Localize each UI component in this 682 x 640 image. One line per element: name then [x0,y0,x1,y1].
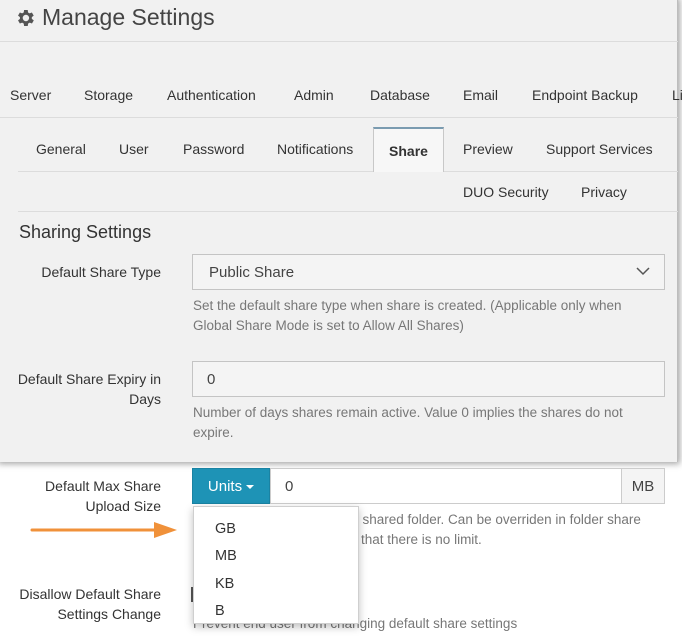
expiry-label-line1: Default Share Expiry in [17,371,161,387]
expiry-label-line2: Days [129,391,161,407]
max-size-label-line2: Upload Size [85,498,162,514]
tab-li[interactable]: Li [672,87,682,103]
tab-server[interactable]: Server [10,87,51,103]
subtab-notifications[interactable]: Notifications [277,141,353,157]
expiry-help-line1: Number of days shares remain active. Val… [193,405,623,420]
menu-item-kb[interactable]: KB [194,570,358,598]
tab-database[interactable]: Database [370,87,430,103]
caret-down-icon [246,478,255,495]
share-type-label: Default Share Type [41,264,161,280]
page-title-text: Manage Settings [42,4,215,30]
disallow-label-line2: Settings Change [57,606,161,622]
divider [0,117,678,118]
subtab-preview[interactable]: Preview [463,141,513,157]
tab-admin[interactable]: Admin [294,87,334,103]
units-dropdown-menu: GB MB KB B [193,506,359,624]
divider [0,41,678,42]
subtab-privacy[interactable]: Privacy [581,184,627,200]
expiry-days-value: 0 [207,370,216,388]
subtab-general[interactable]: General [36,141,86,157]
max-size-help-line1: r a shared folder. Can be overriden in f… [343,512,641,527]
subtab-share-label: Share [389,142,428,159]
section-title: Sharing Settings [19,222,152,242]
divider [18,211,678,212]
menu-item-b[interactable]: B [194,598,358,626]
arrow-right-icon [30,521,180,544]
menu-item-mb[interactable]: MB [194,543,358,571]
disallow-label: Disallow Default Share Settings Change [8,584,161,624]
subtab-share[interactable]: Share [373,127,444,172]
max-size-input[interactable]: 0 [270,468,622,504]
tab-endpoint-backup[interactable]: Endpoint Backup [532,87,638,103]
tab-authentication[interactable]: Authentication [167,87,256,103]
tab-email[interactable]: Email [463,87,498,103]
max-size-label: Default Max Share Upload Size [14,476,161,516]
divider [444,171,678,172]
share-type-select[interactable]: Public Share [192,254,665,290]
size-unit-addon: MB [621,468,665,504]
gear-icon [14,7,36,29]
max-size-label-line1: Default Max Share [45,478,161,494]
subtab-user[interactable]: User [119,141,149,157]
expiry-label: Default Share Expiry in Days [8,369,161,409]
subtab-duo-security[interactable]: DUO Security [463,184,549,200]
size-unit-addon-label: MB [631,477,655,495]
divider [18,171,373,172]
chevron-down-icon [636,264,650,282]
units-dropdown-button[interactable]: Units [192,468,270,504]
subtab-password[interactable]: Password [183,141,244,157]
share-type-help-line1: Set the default share type when share is… [193,298,622,313]
max-size-value: 0 [285,477,294,495]
expiry-help: Number of days shares remain active. Val… [193,403,673,443]
share-type-value: Public Share [209,263,295,281]
expiry-days-input[interactable]: 0 [192,361,665,397]
max-size-help-line2: es that there is no limit. [343,532,482,547]
units-button-label: Units [207,477,243,495]
menu-item-gb[interactable]: GB [194,515,358,543]
subtab-support-services[interactable]: Support Services [546,141,653,157]
share-type-help: Set the default share type when share is… [193,296,673,336]
expiry-help-line2: expire. [193,425,234,440]
disallow-label-line1: Disallow Default Share [19,586,161,602]
page-title: Manage Settings [14,4,215,31]
share-type-help-line2: Global Share Mode is set to Allow All Sh… [193,318,464,333]
tab-storage[interactable]: Storage [84,87,133,103]
